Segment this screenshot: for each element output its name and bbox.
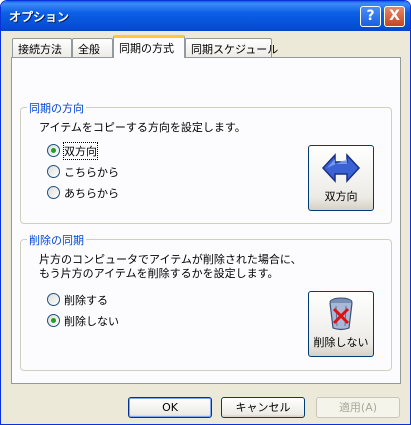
direction-button-label: 双方向 <box>324 190 358 203</box>
radio-label[interactable]: 双方向 <box>63 142 98 160</box>
radio-button-checked[interactable] <box>47 314 60 327</box>
tab-sync-schedule[interactable]: 同期スケジュール <box>185 38 278 57</box>
apply-button[interactable]: 適用(A) <box>316 397 400 418</box>
tab-connection-method[interactable]: 接続方法 <box>12 38 72 57</box>
delete-sync-description-line2: もう片方のアイテムを削除するかを設定します。 <box>39 267 279 280</box>
tab-general[interactable]: 全般 <box>72 38 113 57</box>
delete-mode-button-label: 削除しない <box>313 336 369 349</box>
sync-direction-title: 同期の方向 <box>27 100 86 116</box>
delete-sync-description-line1: 片方のコンピュータでアイテムが削除された場合に、 <box>39 253 302 266</box>
delete-mode-button[interactable]: 削除しない <box>308 291 374 357</box>
double-arrow-icon <box>321 153 361 183</box>
trash-no-delete-icon <box>329 297 353 331</box>
title-bar[interactable]: オプション ? X <box>1 1 410 31</box>
cancel-button[interactable]: キャンセル <box>221 397 305 418</box>
close-button[interactable]: X <box>384 6 405 27</box>
radio-label[interactable]: 削除する <box>64 292 108 308</box>
sync-direction-description: アイテムをコピーする方向を設定します。 <box>39 121 246 134</box>
dialog-client-area: 接続方法 全般 同期の方式 同期スケジュール 同期の方向 アイテムをコピーする方… <box>4 31 407 422</box>
radio-label[interactable]: あちらから <box>64 185 119 201</box>
radio-button-checked[interactable] <box>47 144 60 157</box>
delete-sync-group: 削除の同期 片方のコンピュータでアイテムが削除された場合に、 もう片方のアイテム… <box>20 232 392 371</box>
radio-label[interactable]: こちらから <box>64 164 119 180</box>
radio-label[interactable]: 削除しない <box>64 313 119 329</box>
options-dialog: オプション ? X 接続方法 全般 同期の方式 同期スケジュール 同期の方向 ア… <box>0 0 411 425</box>
ok-button[interactable]: OK <box>128 397 212 418</box>
direction-button[interactable]: 双方向 <box>308 145 374 211</box>
delete-sync-title: 削除の同期 <box>27 232 86 248</box>
radio-button[interactable] <box>47 293 60 306</box>
radio-button[interactable] <box>47 186 60 199</box>
help-button[interactable]: ? <box>360 6 381 27</box>
window-title: オプション <box>9 10 70 24</box>
tab-sync-method[interactable]: 同期の方式 <box>113 35 185 58</box>
sync-direction-group: 同期の方向 アイテムをコピーする方向を設定します。 双方向 こちらから あちらか… <box>20 100 392 224</box>
tab-panel: 同期の方向 アイテムをコピーする方向を設定します。 双方向 こちらから あちらか… <box>11 57 401 384</box>
radio-button[interactable] <box>47 165 60 178</box>
